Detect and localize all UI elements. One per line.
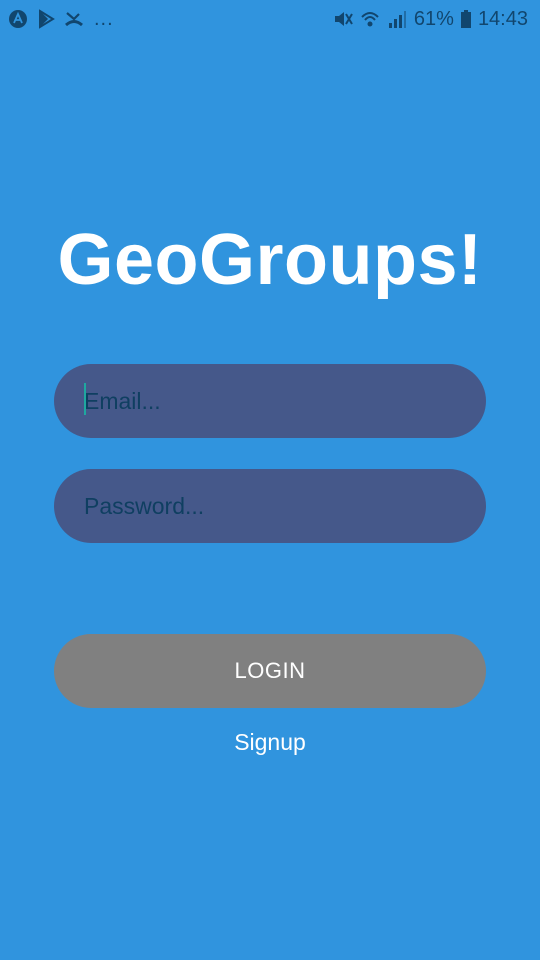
app-title: GeoGroups! <box>57 220 483 300</box>
status-right-icons: 61% 14:43 <box>333 6 528 32</box>
signal-icon <box>387 9 407 29</box>
wifi-icon <box>360 9 380 29</box>
clock: 14:43 <box>477 8 528 30</box>
status-left-icons: ... <box>8 7 114 31</box>
email-input[interactable] <box>84 381 486 421</box>
android-icon <box>8 9 28 29</box>
status-overflow: ... <box>94 8 114 30</box>
password-input[interactable] <box>84 486 486 526</box>
battery-percent: 61% <box>413 8 454 30</box>
email-field[interactable] <box>54 364 486 438</box>
mute-icon <box>333 9 353 29</box>
missed-call-icon <box>64 9 84 29</box>
play-icon <box>36 9 56 29</box>
text-caret <box>84 383 86 415</box>
signup-link[interactable]: Signup <box>0 728 540 756</box>
status-bar: ... 61% 14:43 <box>0 0 540 38</box>
login-button[interactable]: LOGIN <box>54 634 486 708</box>
password-field[interactable] <box>54 469 486 543</box>
battery-icon <box>460 10 471 28</box>
